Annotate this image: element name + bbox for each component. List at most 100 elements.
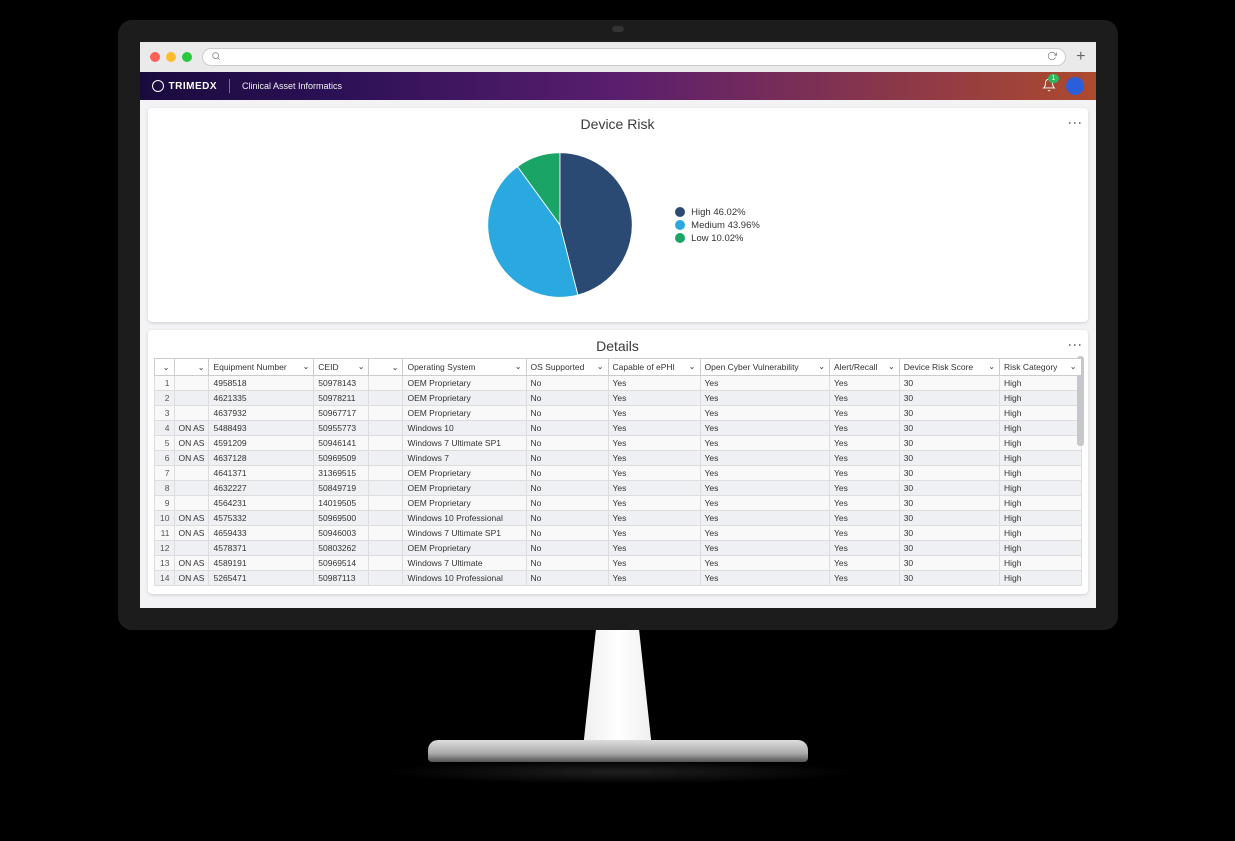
column-header[interactable]: Risk Category⌄: [1000, 359, 1081, 376]
column-header[interactable]: Equipment Number⌄: [209, 359, 314, 376]
table-row[interactable]: 3463793250967717OEM ProprietaryNoYesYesY…: [154, 406, 1081, 421]
card-menu-icon[interactable]: ⋮: [1072, 338, 1078, 352]
column-header[interactable]: CEID⌄: [314, 359, 369, 376]
table-header-row: ⌄⌄Equipment Number⌄CEID⌄⌄Operating Syste…: [154, 359, 1081, 376]
table-row[interactable]: 4ON AS548849350955773Windows 10NoYesYesY…: [154, 421, 1081, 436]
column-header[interactable]: ⌄: [154, 359, 174, 376]
table-row[interactable]: 9456423114019505OEM ProprietaryNoYesYesY…: [154, 496, 1081, 511]
table-row[interactable]: 2462133550978211OEM ProprietaryNoYesYesY…: [154, 391, 1081, 406]
table-cell: Yes: [700, 376, 829, 391]
card-menu-icon[interactable]: ⋮: [1072, 116, 1078, 130]
table-cell: Yes: [829, 451, 899, 466]
column-header[interactable]: Alert/Recall⌄: [829, 359, 899, 376]
url-bar[interactable]: [202, 48, 1067, 66]
table-cell: No: [526, 391, 608, 406]
table-cell: 50978143: [314, 376, 369, 391]
column-header[interactable]: Device Risk Score⌄: [899, 359, 999, 376]
table-cell: No: [526, 466, 608, 481]
table-cell: Yes: [829, 436, 899, 451]
table-cell: 10: [154, 511, 174, 526]
table-cell: 30: [899, 571, 999, 586]
column-header[interactable]: ⌄: [369, 359, 403, 376]
table-row[interactable]: 8463222750849719OEM ProprietaryNoYesYesY…: [154, 481, 1081, 496]
table-row[interactable]: 1495851850978143OEM ProprietaryNoYesYesY…: [154, 376, 1081, 391]
table-cell: [174, 496, 209, 511]
table-cell: [369, 406, 403, 421]
table-cell: 3: [154, 406, 174, 421]
table-cell: Windows 10: [403, 421, 526, 436]
table-row[interactable]: 10ON AS457533250969500Windows 10 Profess…: [154, 511, 1081, 526]
table-cell: 5488493: [209, 421, 314, 436]
table-cell: High: [1000, 451, 1081, 466]
table-row[interactable]: 5ON AS459120950946141Windows 7 Ultimate …: [154, 436, 1081, 451]
table-cell: Yes: [608, 436, 700, 451]
new-tab-button[interactable]: +: [1076, 48, 1085, 66]
camera-icon: [612, 26, 624, 32]
table-cell: 13: [154, 556, 174, 571]
column-header[interactable]: OS Supported⌄: [526, 359, 608, 376]
legend-swatch-high: [675, 207, 685, 217]
table-row[interactable]: 7464137131369515OEM ProprietaryNoYesYesY…: [154, 466, 1081, 481]
table-row[interactable]: 11ON AS465943350946003Windows 7 Ultimate…: [154, 526, 1081, 541]
table-cell: 30: [899, 451, 999, 466]
table-cell: Windows 7 Ultimate: [403, 556, 526, 571]
user-avatar[interactable]: [1066, 77, 1084, 95]
table-cell: 50969500: [314, 511, 369, 526]
table-cell: No: [526, 496, 608, 511]
table-cell: Yes: [829, 571, 899, 586]
table-cell: 4637932: [209, 406, 314, 421]
table-cell: OEM Proprietary: [403, 391, 526, 406]
brand-logo[interactable]: TRIMEDX: [152, 80, 218, 92]
table-cell: Yes: [700, 391, 829, 406]
table-cell: [174, 481, 209, 496]
column-header[interactable]: Operating System⌄: [403, 359, 526, 376]
header-divider: [229, 79, 230, 93]
maximize-window-button[interactable]: [182, 52, 192, 62]
legend-label: High 46.02%: [691, 207, 745, 218]
legend-low[interactable]: Low 10.02%: [675, 233, 760, 244]
column-header[interactable]: Open Cyber Vulnerability⌄: [700, 359, 829, 376]
table-cell: 50987113: [314, 571, 369, 586]
legend-swatch-low: [675, 233, 685, 243]
minimize-window-button[interactable]: [166, 52, 176, 62]
table-cell: 7: [154, 466, 174, 481]
table-cell: 30: [899, 421, 999, 436]
close-window-button[interactable]: [150, 52, 160, 62]
screen: + TRIMEDX Clinical Asset Informatics 1 ⋮…: [118, 20, 1118, 630]
device-risk-pie: [475, 140, 645, 310]
table-row[interactable]: 12457837150803262OEM ProprietaryNoYesYes…: [154, 541, 1081, 556]
table-cell: Windows 7: [403, 451, 526, 466]
table-row[interactable]: 6ON AS463712850969509Windows 7NoYesYesYe…: [154, 451, 1081, 466]
legend-high[interactable]: High 46.02%: [675, 207, 760, 218]
notification-bell-icon[interactable]: 1: [1042, 78, 1056, 95]
table-cell: [369, 571, 403, 586]
details-title: Details: [148, 330, 1088, 358]
table-cell: No: [526, 511, 608, 526]
monitor-shadow: [378, 760, 858, 784]
monitor-stand-neck: [558, 630, 678, 740]
table-cell: No: [526, 451, 608, 466]
table-cell: Windows 10 Professional: [403, 511, 526, 526]
table-cell: ON AS: [174, 571, 209, 586]
details-table: ⌄⌄Equipment Number⌄CEID⌄⌄Operating Syste…: [154, 358, 1082, 586]
legend-medium[interactable]: Medium 43.96%: [675, 220, 760, 231]
column-header[interactable]: Capable of ePHI⌄: [608, 359, 700, 376]
column-header[interactable]: ⌄: [174, 359, 209, 376]
table-cell: 4591209: [209, 436, 314, 451]
refresh-icon[interactable]: [1047, 51, 1057, 63]
table-cell: 50967717: [314, 406, 369, 421]
table-cell: OEM Proprietary: [403, 481, 526, 496]
details-card: ⋮ Details ⌄⌄Equipment Number⌄CEID⌄⌄Opera…: [148, 330, 1088, 594]
table-row[interactable]: 13ON AS458919150969514Windows 7 Ultimate…: [154, 556, 1081, 571]
table-cell: [369, 526, 403, 541]
table-cell: ON AS: [174, 421, 209, 436]
table-cell: 2: [154, 391, 174, 406]
table-cell: 50969509: [314, 451, 369, 466]
table-cell: 50946003: [314, 526, 369, 541]
table-cell: 4: [154, 421, 174, 436]
table-cell: Yes: [700, 571, 829, 586]
device-risk-card: ⋮ Device Risk High 46.02% Medium 43.96: [148, 108, 1088, 322]
table-cell: Yes: [700, 556, 829, 571]
table-row[interactable]: 14ON AS526547150987113Windows 10 Profess…: [154, 571, 1081, 586]
legend-label: Low 10.02%: [691, 233, 743, 244]
